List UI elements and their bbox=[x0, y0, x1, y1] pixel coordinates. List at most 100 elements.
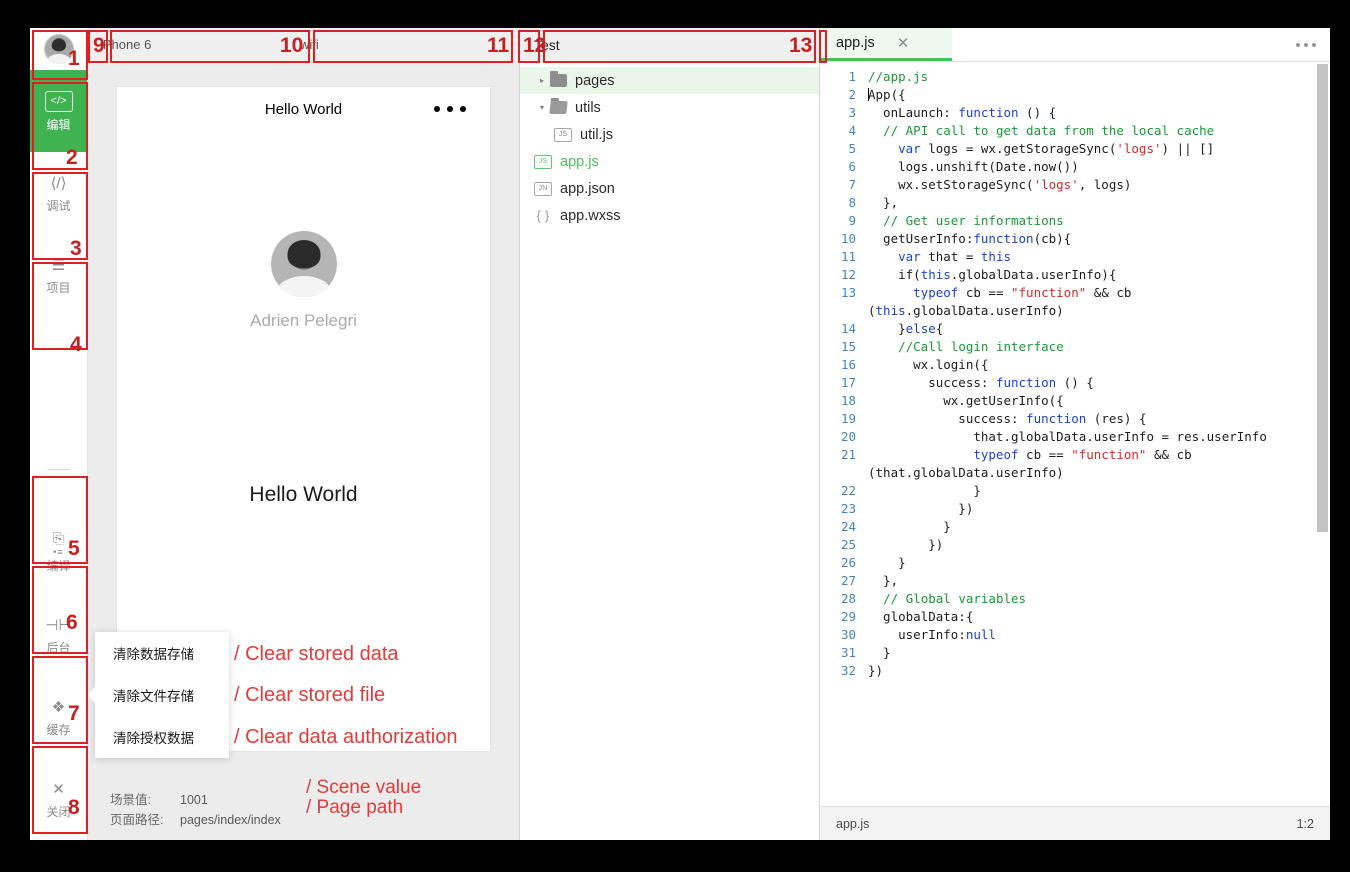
status-filename: app.js bbox=[836, 816, 870, 831]
hello-world-text: Hello World bbox=[249, 483, 358, 506]
code-line-text: (that.globalData.userInfo) bbox=[868, 465, 1064, 480]
sidebar-item-project[interactable]: ☰ 项目 bbox=[30, 234, 87, 316]
line-number: 26 bbox=[840, 555, 856, 570]
popup-item-clear-stored-file[interactable]: 清除文件存储 bbox=[95, 674, 229, 716]
page-path-label: 页面路径: bbox=[110, 813, 164, 827]
code-line-text: userInfo:null bbox=[868, 627, 996, 642]
code-line-text: that.globalData.userInfo = res.userInfo bbox=[868, 429, 1267, 444]
code-line-text: }else{ bbox=[868, 321, 944, 336]
folder-open-icon bbox=[549, 101, 568, 114]
code-line-text: } bbox=[868, 555, 906, 570]
close-icon[interactable]: ✕ bbox=[897, 36, 910, 51]
line-number: 30 bbox=[840, 627, 856, 642]
three-dots-icon[interactable] bbox=[1296, 42, 1316, 47]
network-label: wifi bbox=[300, 37, 319, 52]
sidebar-item-label: 编辑 bbox=[46, 118, 71, 132]
code-area[interactable]: 1 //app.js 2 App({ 3 onLaunch: function () {… bbox=[820, 62, 1330, 806]
sidebar-item-label: 缓存 bbox=[46, 722, 71, 737]
scene-value: 1001 bbox=[180, 793, 208, 807]
file-tree-toolbar: Test bbox=[520, 28, 819, 62]
tree-row-pages[interactable]: ▸ pages bbox=[520, 67, 819, 94]
sidebar-item-debug[interactable]: ⟨/⟩ 调试 bbox=[30, 152, 87, 234]
sidebar-item-label: 编译 bbox=[46, 558, 71, 573]
popup-item-label: 清除数据存储 bbox=[113, 647, 194, 662]
line-number: 20 bbox=[840, 429, 856, 444]
code-line: 1 //app.js bbox=[820, 68, 1330, 86]
tree-row-app-wxss[interactable]: { } app.wxss bbox=[520, 202, 819, 229]
line-number: 11 bbox=[840, 249, 856, 264]
line-number: 24 bbox=[840, 519, 856, 534]
editor-scrollbar[interactable] bbox=[1317, 64, 1328, 532]
popup-item-clear-data-authorization[interactable]: 清除授权数据 bbox=[95, 716, 229, 758]
tree-row-utils[interactable]: ▾ utils bbox=[520, 94, 819, 121]
sidebar-item-background[interactable]: ⊣⊢ 后台 bbox=[30, 594, 87, 676]
code-line: 11 var that = this bbox=[820, 248, 1330, 266]
tree-row-label: app.js bbox=[560, 153, 599, 170]
code-line: 22 } bbox=[820, 482, 1330, 500]
compile-glyph-bottom: •≡ bbox=[53, 546, 64, 557]
line-number: 22 bbox=[840, 483, 856, 498]
tab-app-js[interactable]: app.js ✕ bbox=[820, 28, 952, 61]
code-line: 25 }) bbox=[820, 536, 1330, 554]
line-number: 25 bbox=[840, 537, 856, 552]
line-number: 6 bbox=[848, 159, 856, 174]
line-number: 10 bbox=[840, 231, 856, 246]
left-sidebar: </> 编辑 ⟨/⟩ 调试 ☰ 项目 ⎘ •≡ 编译 ⊣⊢ 后台 ❖ 缓存 ✕ … bbox=[30, 28, 88, 840]
code-line-text: }) bbox=[868, 501, 974, 516]
code-line: 2 App({ bbox=[820, 86, 1330, 104]
avatar bbox=[43, 34, 74, 64]
three-dots-icon[interactable] bbox=[434, 106, 466, 112]
chevron-down-icon[interactable]: ▾ bbox=[534, 103, 550, 112]
sidebar-item-compile[interactable]: ⎘ •≡ 编译 bbox=[30, 512, 87, 594]
code-line-text: } bbox=[868, 645, 891, 660]
line-number: 8 bbox=[848, 195, 856, 210]
code-line-text: getUserInfo:function(cb){ bbox=[868, 231, 1072, 246]
sidebar-item-close[interactable]: ✕ 关闭 bbox=[30, 758, 87, 840]
chevron-right-icon[interactable]: ▸ bbox=[534, 76, 550, 85]
scene-value-row: 场景值: 1001 bbox=[110, 790, 519, 810]
code-line-text: }) bbox=[868, 663, 884, 678]
tree-row-app-json[interactable]: JN app.json bbox=[520, 175, 819, 202]
sidebar-item-cache[interactable]: ❖ 缓存 bbox=[30, 676, 87, 758]
code-line-text: globalData:{ bbox=[868, 609, 974, 624]
device-selector[interactable]: iPhone 6 bbox=[88, 28, 288, 61]
cache-layers-icon: ❖ bbox=[51, 699, 66, 716]
code-line: 32}) bbox=[820, 662, 1330, 680]
code-line: 29 globalData:{ bbox=[820, 608, 1330, 626]
code-line-continuation: (that.globalData.userInfo) bbox=[820, 464, 1330, 482]
line-number: 14 bbox=[840, 321, 856, 336]
code-line-text: logs.unshift(Date.now()) bbox=[868, 159, 1079, 174]
tree-row-app-js[interactable]: JS app.js bbox=[520, 148, 819, 175]
line-number: 16 bbox=[840, 357, 856, 372]
tree-row-label: util.js bbox=[580, 126, 614, 143]
code-line: 12 if(this.globalData.userInfo){ bbox=[820, 266, 1330, 284]
sidebar-avatar-cell[interactable] bbox=[30, 28, 87, 70]
wechat-devtools-window: </> 编辑 ⟨/⟩ 调试 ☰ 项目 ⎘ •≡ 编译 ⊣⊢ 后台 ❖ 缓存 ✕ … bbox=[30, 28, 1330, 840]
code-line: 14 }else{ bbox=[820, 320, 1330, 338]
code-line-text: wx.getUserInfo({ bbox=[868, 393, 1064, 408]
line-number: 12 bbox=[840, 267, 856, 282]
code-line-text: if(this.globalData.userInfo){ bbox=[868, 267, 1117, 282]
code-line: 3 onLaunch: function () { bbox=[820, 104, 1330, 122]
popup-item-clear-stored-data[interactable]: 清除数据存储 bbox=[95, 632, 229, 674]
code-line: 30 userInfo:null bbox=[820, 626, 1330, 644]
project-name: Test bbox=[534, 36, 560, 53]
code-line-text: // Global variables bbox=[883, 591, 1027, 606]
code-line: 7 wx.setStorageSync('logs', logs) bbox=[820, 176, 1330, 194]
code-line: 24 } bbox=[820, 518, 1330, 536]
code-line-text: success: function () { bbox=[868, 375, 1094, 390]
line-number: 2 bbox=[848, 87, 856, 102]
sidebar-divider bbox=[30, 316, 87, 512]
close-x-icon: ✕ bbox=[52, 781, 65, 798]
popup-item-label: 清除授权数据 bbox=[113, 731, 194, 746]
code-editor-panel: app.js ✕ 1 //app.js 2 App({ 3 onLaunch: func… bbox=[820, 28, 1330, 840]
code-line-text: }, bbox=[868, 195, 899, 210]
network-selector[interactable]: wifi bbox=[288, 28, 478, 61]
code-line-text: App({ bbox=[868, 87, 906, 102]
line-number: 3 bbox=[848, 105, 856, 120]
line-number: 5 bbox=[848, 141, 856, 156]
debug-icon: ⟨/⟩ bbox=[50, 175, 67, 192]
sidebar-item-edit[interactable]: </> 编辑 bbox=[30, 70, 87, 152]
tree-row-util-js[interactable]: JS util.js bbox=[520, 121, 819, 148]
page-title: Hello World bbox=[264, 100, 343, 118]
